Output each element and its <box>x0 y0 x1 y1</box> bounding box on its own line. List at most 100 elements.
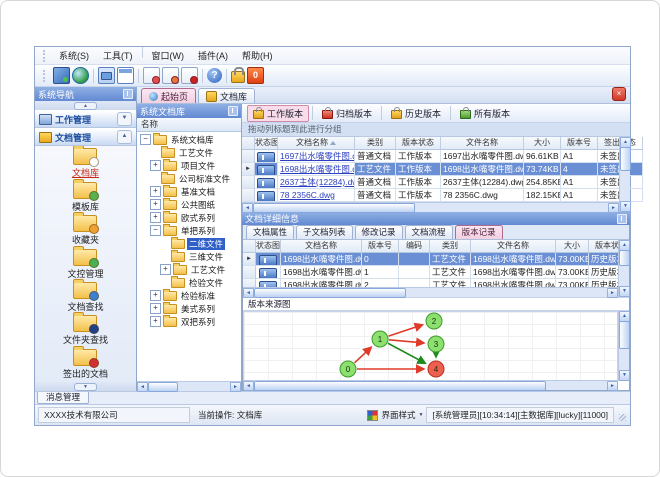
graph-vscrollbar[interactable]: ▲ ▼ <box>618 311 630 381</box>
column-header-文档名称[interactable]: 文档名称 <box>281 240 362 253</box>
sidebar-item-文控管理[interactable]: 文控管理 <box>67 245 104 280</box>
table-cell[interactable]: A1 <box>561 176 598 189</box>
scroll-down-icon[interactable]: ▼ <box>619 286 630 297</box>
exit-icon[interactable]: 0 <box>247 67 264 84</box>
detail-tab-子文档列表[interactable]: 子文档列表 <box>296 225 353 239</box>
table-cell[interactable]: A1 <box>561 150 598 163</box>
table-cell[interactable]: 78 2356C.dwg <box>278 189 355 202</box>
sidebar-item-文档库[interactable]: 文档库 <box>72 146 100 179</box>
table-row[interactable]: 2637主体(12284).dwg普通文档工作版本2637主体(12284).d… <box>242 176 643 189</box>
tree-node-检验标准[interactable]: + 检验标准 <box>137 288 241 302</box>
table-cell[interactable]: 1698出水嘴零件图.dwg <box>471 253 556 266</box>
table-cell[interactable]: 1697出水嘴零件图.dwg <box>278 150 355 163</box>
table-cell[interactable]: 1 <box>362 266 399 279</box>
scroll-left-icon[interactable]: ◄ <box>242 203 253 213</box>
menu-item[interactable]: 帮助(H) <box>235 47 280 64</box>
table-cell[interactable]: 工作版本 <box>396 176 441 189</box>
table-cell[interactable]: 78 2356C.dwg <box>441 189 524 202</box>
expand-icon[interactable]: + <box>150 316 161 327</box>
tree-hscrollbar[interactable]: ◄ ► <box>137 381 241 392</box>
table-cell[interactable]: 工艺文件 <box>355 163 396 176</box>
graph-hscrollbar[interactable]: ◄ ► <box>243 380 618 391</box>
expand-icon[interactable]: + <box>150 199 161 210</box>
tree-node-二维文件[interactable]: 二维文件 <box>137 236 241 250</box>
detail-tab-修改记录[interactable]: 修改记录 <box>354 225 403 239</box>
scroll-right-icon[interactable]: ► <box>230 382 241 392</box>
table-cell[interactable]: 1698出水嘴零件图.dwg <box>471 266 556 279</box>
table-cell[interactable]: 工作版本 <box>396 150 441 163</box>
scroll-thumb[interactable] <box>620 147 631 171</box>
tab-起始页[interactable]: 起始页 <box>141 88 197 103</box>
table-cell[interactable]: 普通文档 <box>355 150 396 163</box>
column-header-类别[interactable]: 类别 <box>430 240 471 253</box>
column-header-状态图[interactable]: 状态图 <box>256 240 281 253</box>
column-header-版本号[interactable]: 版本号 <box>561 137 598 150</box>
expand-icon[interactable]: + <box>150 303 161 314</box>
table-row[interactable]: 1698出水嘴零件图.dwg1工艺文件1698出水嘴零件图.dwg73.00KB… <box>243 266 618 279</box>
resize-grip[interactable] <box>617 408 627 422</box>
message-management-tab[interactable]: 消息管理 <box>37 392 90 404</box>
column-header-版本号[interactable]: 版本号 <box>362 240 399 253</box>
pin-icon[interactable] <box>228 106 238 116</box>
table-cell[interactable]: 普通文档 <box>355 176 396 189</box>
scroll-down-icon[interactable]: ▼ <box>619 370 630 381</box>
table-cell[interactable]: 73.00KB <box>556 279 589 287</box>
pin-icon[interactable] <box>123 89 133 99</box>
column-header-状态图[interactable]: 状态图 <box>255 137 278 150</box>
sidebar-item-模板库[interactable]: 模板库 <box>72 178 100 213</box>
table-cell[interactable]: 1698出水嘴零件图.dwg <box>278 163 355 176</box>
tree-node-三维文件[interactable]: 三维文件 <box>137 249 241 263</box>
help-icon[interactable]: ? <box>207 68 222 83</box>
table-cell[interactable]: 1698出水嘴零件图.dwg <box>471 279 556 287</box>
table-row[interactable]: 1697出水嘴零件图.dwg普通文档工作版本1697出水嘴零件图.dwg96.6… <box>242 150 643 163</box>
table-cell[interactable]: 254.85KB <box>524 176 561 189</box>
page-add-icon[interactable] <box>143 67 160 84</box>
grid-vscrollbar[interactable]: ▲ ▼ <box>618 240 630 297</box>
sidebar-expand-strip[interactable]: ▼ <box>35 382 136 391</box>
expand-icon[interactable]: + <box>150 186 161 197</box>
table-cell[interactable]: 182.15KB <box>524 189 561 202</box>
version-filter-历史版本[interactable]: 历史版本 <box>385 105 447 122</box>
table-cell[interactable]: 2637主体(12284).dwg <box>441 176 524 189</box>
sidebar-collapse-strip[interactable]: ▲ <box>35 101 136 110</box>
table-cell[interactable]: 73.00KB <box>556 266 589 279</box>
scroll-left-icon[interactable]: ◄ <box>243 288 254 298</box>
table-cell[interactable]: 73.00KB <box>556 253 589 266</box>
tree-node-美式系列[interactable]: + 美式系列 <box>137 301 241 315</box>
tree-node-检验文件[interactable]: 检验文件 <box>137 275 241 289</box>
table-cell[interactable]: 1698出水嘴零件图.dwg <box>441 163 524 176</box>
table-cell[interactable]: 2637主体(12284).dwg <box>278 176 355 189</box>
column-header-版本状态[interactable]: 版本状态 <box>589 240 618 253</box>
table-cell[interactable]: 普通文档 <box>355 189 396 202</box>
lock-icon[interactable] <box>231 67 245 83</box>
scroll-thumb[interactable] <box>254 381 546 391</box>
table-cell[interactable]: 工艺文件 <box>430 266 471 279</box>
collapse-icon[interactable]: − <box>140 134 151 145</box>
screen-icon[interactable] <box>53 67 70 84</box>
scroll-down-icon[interactable]: ▼ <box>620 201 631 212</box>
tree-node-项目文件[interactable]: + 项目文件 <box>137 158 241 172</box>
table-cell[interactable]: 0 <box>362 253 399 266</box>
tree-column-header[interactable]: 名称 <box>137 118 241 132</box>
table-cell[interactable]: 2 <box>362 279 399 287</box>
tree-node-工艺文件[interactable]: 工艺文件 <box>137 145 241 159</box>
detail-tab-版本记录[interactable]: 版本记录 <box>454 225 503 239</box>
table-row[interactable]: ►1698出水嘴零件图.dwg0工艺文件1698出水嘴零件图.dwg73.00K… <box>243 253 618 266</box>
scroll-left-icon[interactable]: ◄ <box>137 382 148 392</box>
collapse-icon[interactable]: − <box>150 225 161 236</box>
version-filter-工作版本[interactable]: 工作版本 <box>247 104 310 122</box>
grid-vscrollbar[interactable]: ▲ ▼ <box>619 137 631 212</box>
folder-open-icon[interactable] <box>98 67 115 84</box>
menu-item[interactable]: 系统(S) <box>52 47 96 64</box>
table-cell[interactable]: 73.74KB <box>524 163 561 176</box>
table-cell[interactable]: 4 <box>561 163 598 176</box>
scroll-right-icon[interactable]: ► <box>608 203 619 213</box>
column-header-编码[interactable]: 编码 <box>399 240 430 253</box>
table-cell[interactable]: A1 <box>561 189 598 202</box>
scroll-left-icon[interactable]: ◄ <box>243 381 254 391</box>
table-cell[interactable]: 1698出水嘴零件图.dwg <box>281 279 362 287</box>
column-header-文档名称[interactable]: 文档名称 <box>278 137 355 150</box>
column-header-文件名称[interactable]: 文件名称 <box>471 240 556 253</box>
ui-style-dropdown[interactable]: 界面样式 ▼ <box>367 409 423 421</box>
version-filter-所有版本[interactable]: 所有版本 <box>454 105 516 122</box>
